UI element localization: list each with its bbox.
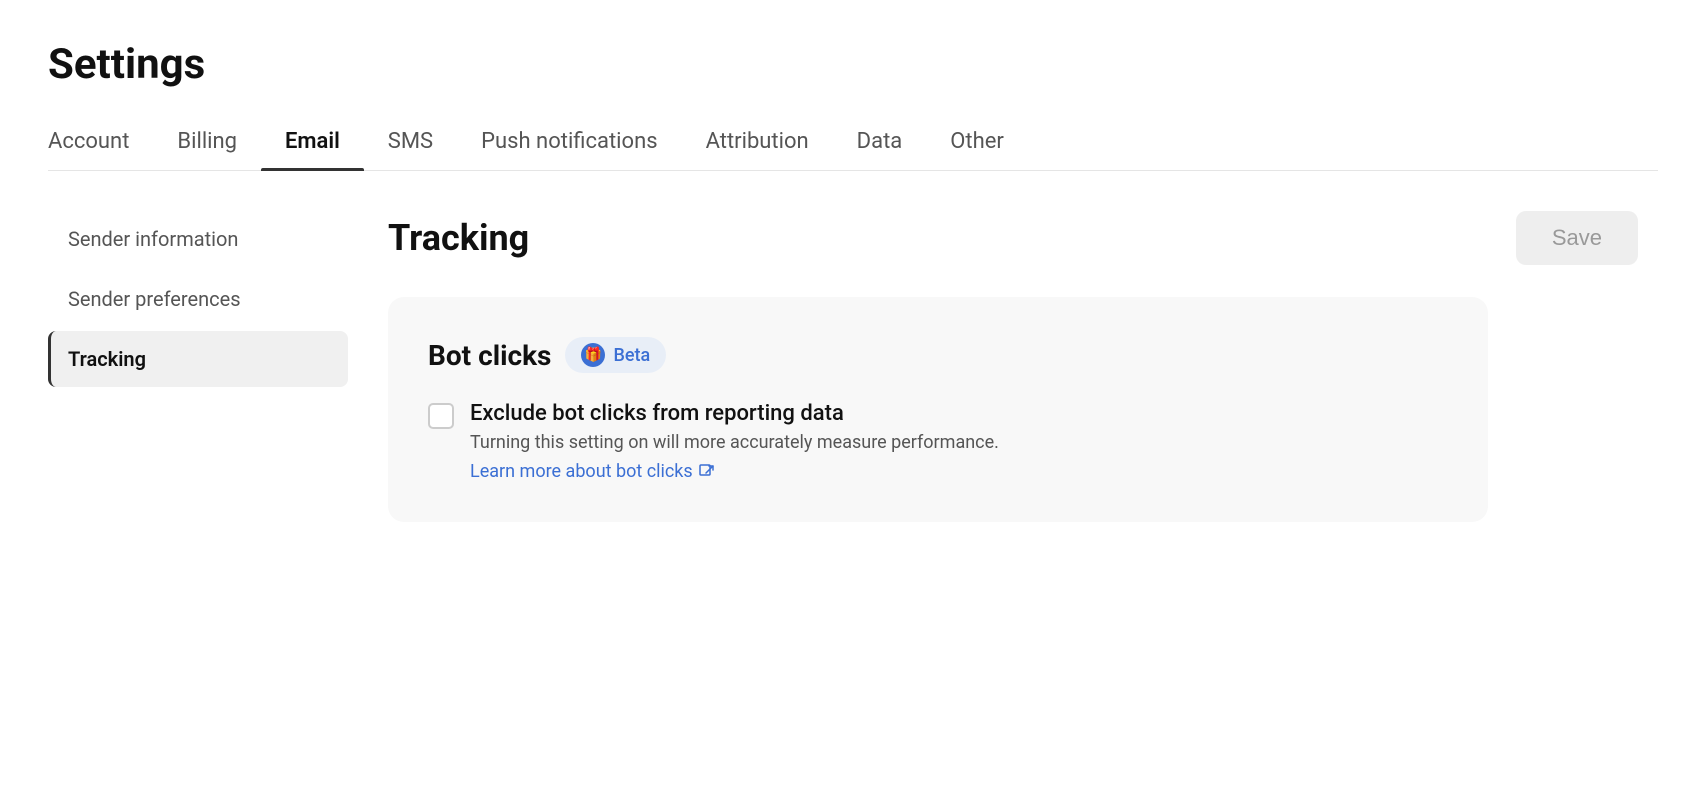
checkbox-wrapper[interactable] <box>428 403 454 433</box>
tab-attribution[interactable]: Attribution <box>682 117 833 170</box>
tab-nav: Account Billing Email SMS Push notificat… <box>48 117 1658 171</box>
content-title: Tracking <box>388 217 529 259</box>
content-area: Tracking Save Bot clicks 🎁 Beta Ex <box>368 211 1658 522</box>
checkbox-description: Turning this setting on will more accura… <box>470 432 1448 453</box>
page-container: Settings Account Billing Email SMS Push … <box>0 0 1706 522</box>
content-header: Tracking Save <box>388 211 1638 265</box>
sidebar-item-sender-preferences[interactable]: Sender preferences <box>48 271 348 327</box>
sidebar-item-tracking[interactable]: Tracking <box>48 331 348 387</box>
checkbox-row: Exclude bot clicks from reporting data T… <box>428 401 1448 482</box>
page-title: Settings <box>48 40 1658 89</box>
main-content: Sender information Sender preferences Tr… <box>48 211 1658 522</box>
checkbox-content: Exclude bot clicks from reporting data T… <box>470 401 1448 482</box>
tab-email[interactable]: Email <box>261 117 364 170</box>
tab-data[interactable]: Data <box>833 117 927 170</box>
card-section-title-text: Bot clicks <box>428 339 551 372</box>
beta-label: Beta <box>613 345 650 366</box>
tab-sms[interactable]: SMS <box>364 117 457 170</box>
exclude-bot-clicks-checkbox[interactable] <box>428 403 454 429</box>
save-button[interactable]: Save <box>1516 211 1638 265</box>
tab-billing[interactable]: Billing <box>153 117 261 170</box>
tab-push-notifications[interactable]: Push notifications <box>457 117 681 170</box>
tracking-card: Bot clicks 🎁 Beta Exclude bot clicks fro… <box>388 297 1488 522</box>
tab-account[interactable]: Account <box>48 117 153 170</box>
sidebar-item-sender-information[interactable]: Sender information <box>48 211 348 267</box>
learn-more-link[interactable]: Learn more about bot clicks <box>470 461 715 482</box>
sidebar: Sender information Sender preferences Tr… <box>48 211 368 522</box>
learn-more-text: Learn more about bot clicks <box>470 461 693 482</box>
card-section-header: Bot clicks 🎁 Beta <box>428 337 1448 373</box>
external-link-icon <box>699 464 715 480</box>
tab-other[interactable]: Other <box>926 117 1028 170</box>
beta-icon: 🎁 <box>581 343 605 367</box>
beta-badge: 🎁 Beta <box>565 337 666 373</box>
checkbox-label: Exclude bot clicks from reporting data <box>470 401 1448 426</box>
